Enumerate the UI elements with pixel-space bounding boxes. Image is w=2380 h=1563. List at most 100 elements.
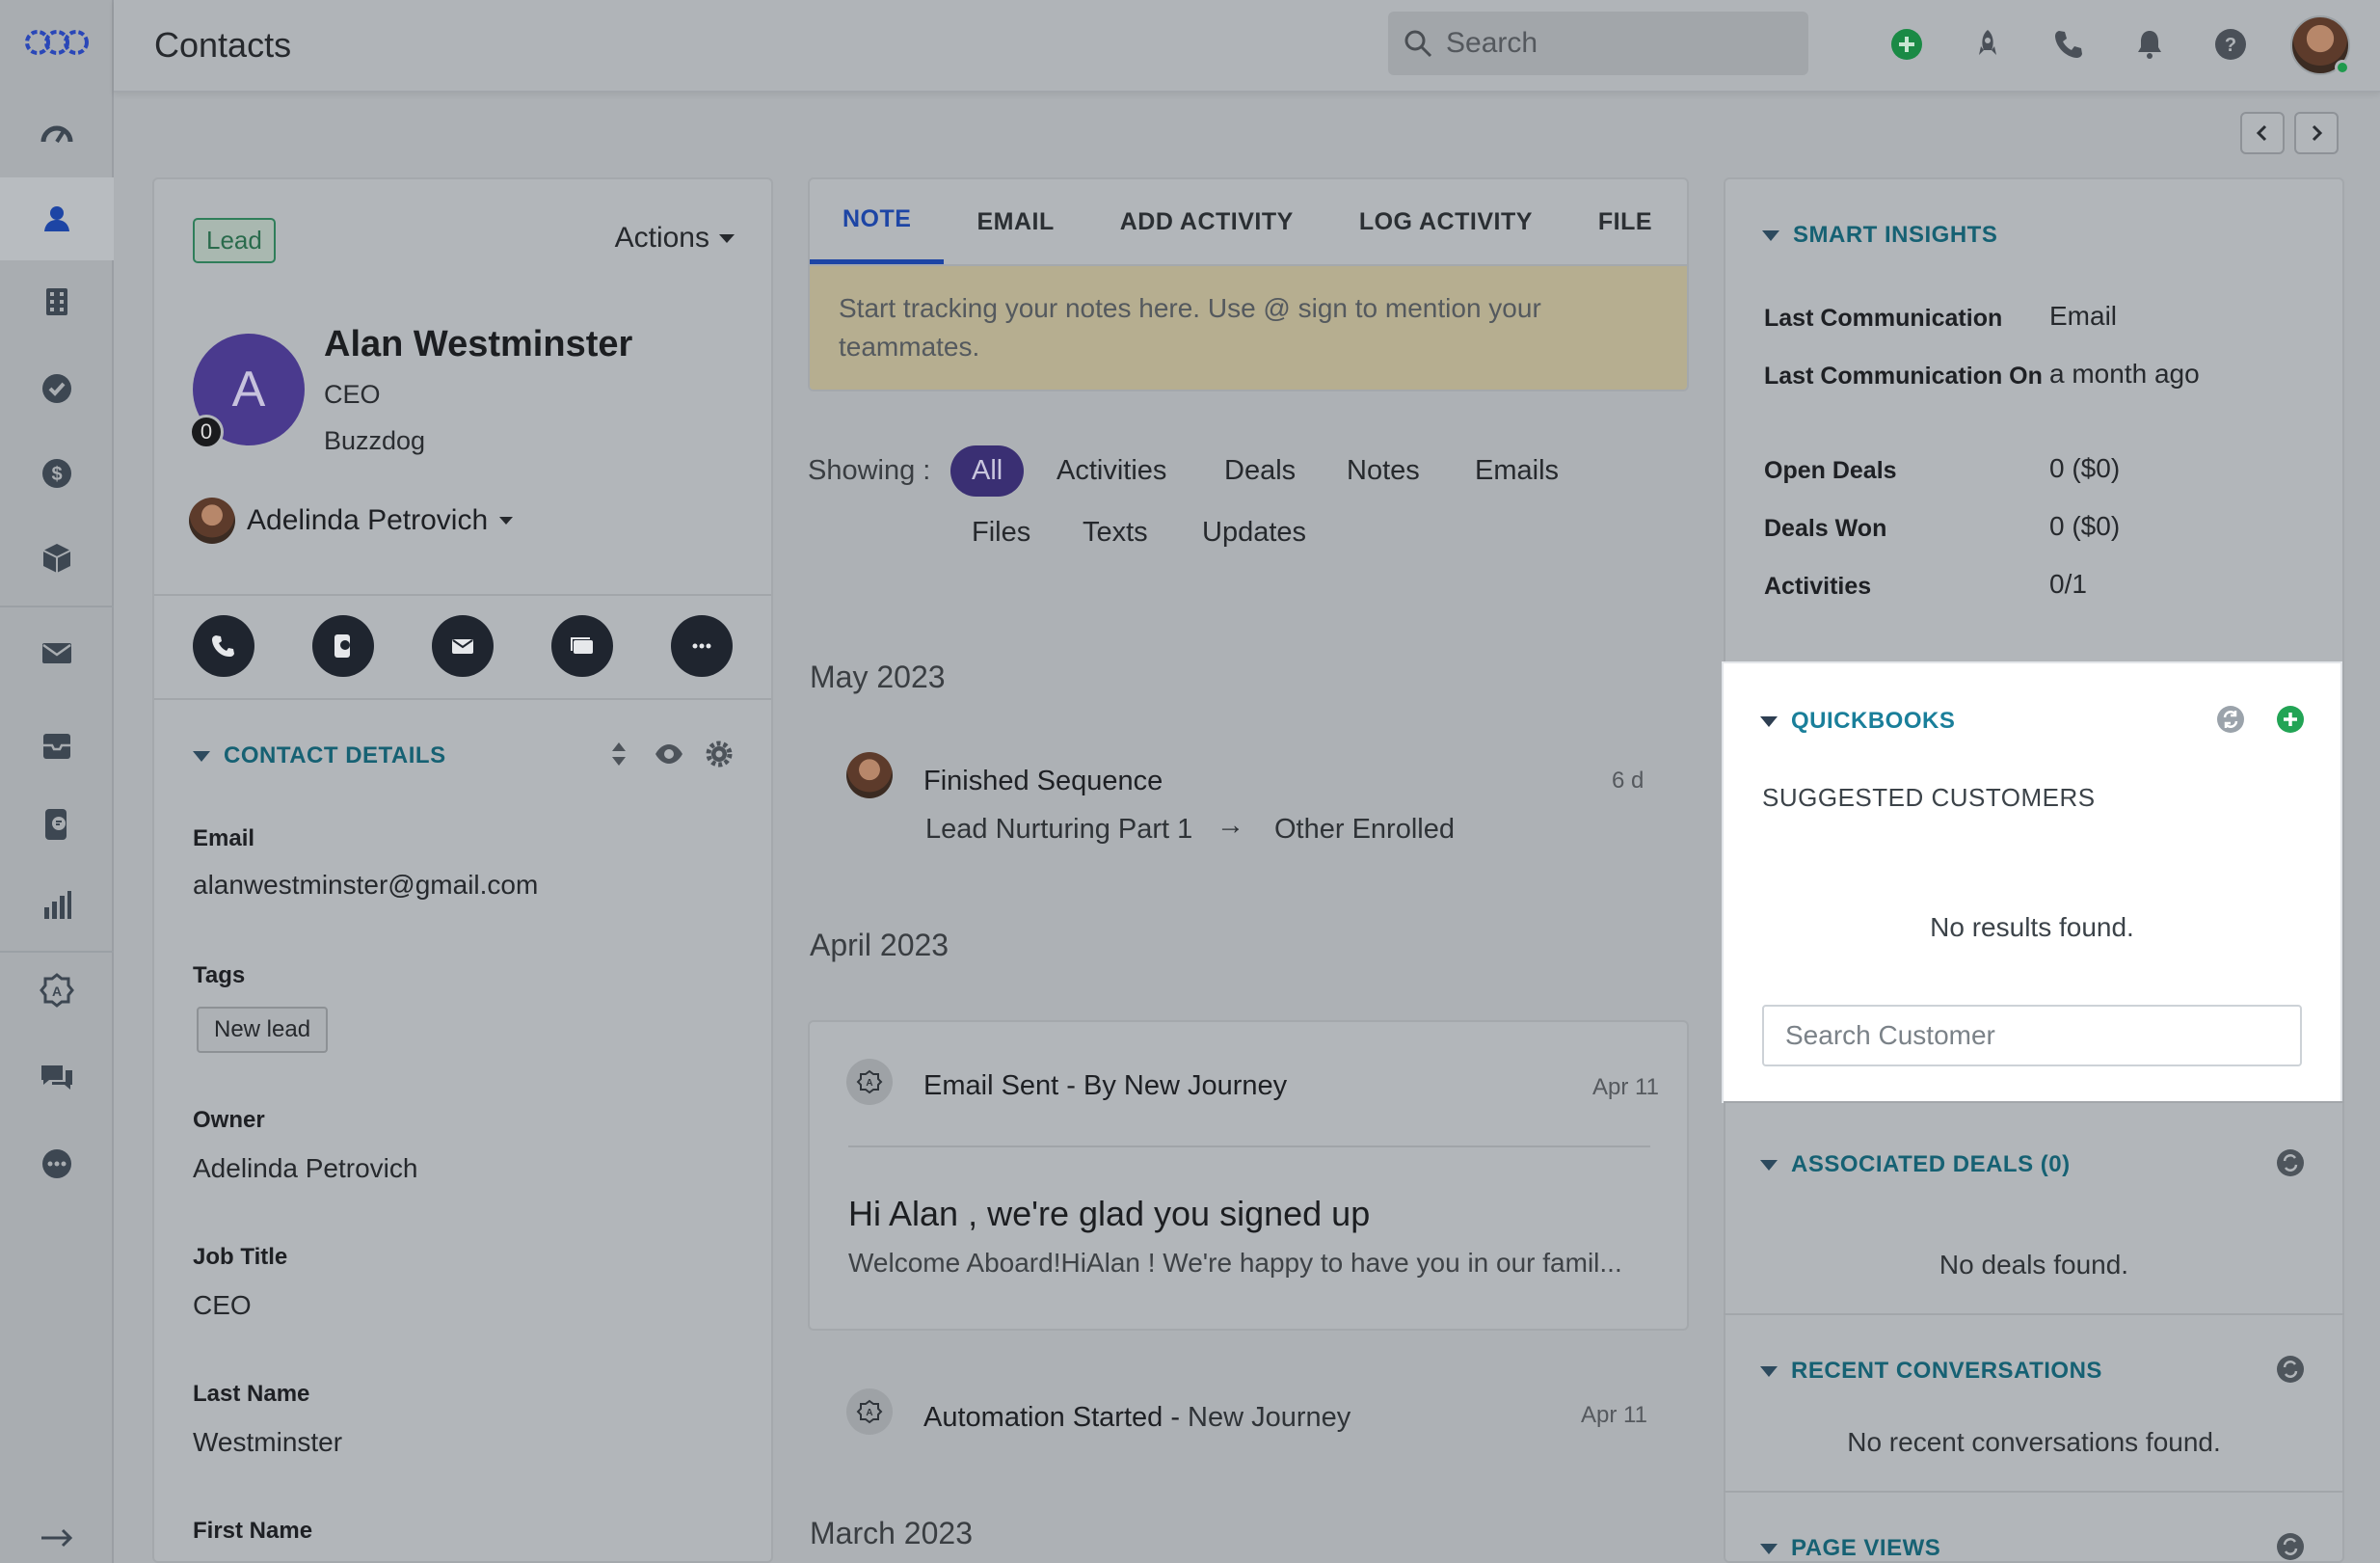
associated-deals-toggle[interactable]: ASSOCIATED DEALS (0) [1760,1151,2071,1178]
sidebar-item-automation[interactable]: A [0,949,114,1032]
filter-deals[interactable]: Deals [1224,455,1296,487]
contact-details-toggle[interactable]: CONTACT DETAILS [193,742,446,769]
help-button[interactable]: ? [2211,25,2250,64]
user-avatar[interactable] [2290,15,2350,75]
sidebar-item-more[interactable] [0,1122,114,1205]
sort-icon[interactable] [603,739,634,769]
contact-avatar[interactable]: A 0 [189,334,305,449]
filter-notes[interactable]: Notes [1347,455,1420,487]
log-call-button[interactable] [312,615,374,677]
tab-note[interactable]: NOTE [810,179,945,264]
contact-title: CEO [324,380,381,409]
quickbooks-tools [2215,704,2306,735]
gear-icon[interactable] [704,739,735,769]
lead-status-badge[interactable]: Lead [193,218,276,263]
refresh-icon[interactable] [2275,1354,2306,1385]
search-customer-input[interactable] [1762,1005,2302,1066]
tab-file[interactable]: FILE [1565,179,1685,264]
sidebar-expand[interactable] [0,1496,114,1563]
email-button[interactable] [432,615,494,677]
filter-updates[interactable]: Updates [1202,517,1306,549]
contacts-icon [44,206,69,231]
phone-icon [212,635,234,657]
inbox-icon [43,734,70,759]
field-value-owner[interactable]: Adelinda Petrovich [193,1153,417,1184]
field-value-last-name[interactable]: Westminster [193,1427,342,1458]
quick-actions [193,615,733,677]
sidebar-item-email[interactable] [0,611,114,694]
caret-down-icon [719,233,735,243]
bulk-email-button[interactable] [551,615,613,677]
automation-activity-title[interactable]: Automation Started - New Journey [923,1402,1350,1434]
insight-value: 0 ($0) [2049,453,2121,483]
call-button[interactable] [193,615,254,677]
email-preview: Welcome Aboard!HiAlan ! We're happy to h… [848,1248,1622,1278]
app-logo-icon[interactable] [24,25,90,60]
refresh-icon[interactable] [2275,1531,2306,1562]
page-views-toggle[interactable]: PAGE VIEWS [1760,1535,1940,1562]
contact-company[interactable]: Buzzdog [324,426,425,456]
insight-value: a month ago [2049,359,2200,389]
recent-conversations-toggle[interactable]: RECENT CONVERSATIONS [1760,1358,2102,1385]
online-status-dot [2335,60,2350,75]
refresh-icon[interactable] [2215,704,2246,735]
filter-texts[interactable]: Texts [1083,517,1148,549]
global-search[interactable] [1388,12,1808,75]
quickbooks-toggle[interactable]: QUICKBOOKS [1760,708,1955,735]
tab-email[interactable]: EMAIL [944,179,1086,264]
phone-log-icon [334,634,350,658]
timeline-item-time: 6 d [1612,768,1645,794]
notifications-button[interactable] [2130,25,2169,64]
sidebar-item-inbox[interactable] [0,704,114,787]
note-input[interactable]: Start tracking your notes here. Use @ si… [810,264,1687,390]
next-record-button[interactable] [2294,112,2339,154]
smart-insights-toggle[interactable]: SMART INSIGHTS [1762,222,1997,249]
email-icon [42,643,71,663]
field-label-last-name: Last Name [193,1381,310,1407]
sidebar-item-phone-log[interactable] [0,783,114,866]
sidebar-item-reports[interactable] [0,864,114,947]
previous-record-button[interactable] [2240,112,2285,154]
add-button[interactable] [1887,25,1926,64]
eye-icon[interactable] [654,739,684,769]
tab-add-activity[interactable]: ADD ACTIVITY [1087,179,1326,264]
sidebar: $ A [0,0,114,1563]
record-navigation [2240,112,2339,154]
sidebar-item-products[interactable] [0,517,114,600]
caret-down-icon [499,517,514,525]
email-activity-card[interactable]: A Email Sent - By New Journey Apr 11 Hi … [808,1020,1689,1331]
field-value-job-title[interactable]: CEO [193,1290,252,1321]
chat-icon [41,1065,72,1090]
filter-all[interactable]: All [950,445,1025,497]
sidebar-item-tasks[interactable] [0,347,114,430]
insight-label: Deals Won [1764,515,1887,542]
sequence-to: Other Enrolled [1274,814,1455,845]
refresh-icon[interactable] [2275,1147,2306,1178]
owner-dropdown[interactable]: Adelinda Petrovich [189,498,514,544]
timeline-item-title[interactable]: Finished Sequence [923,766,1163,797]
search-input[interactable] [1446,27,1793,60]
filter-activities[interactable]: Activities [1056,455,1166,487]
launch-button[interactable] [1968,25,2007,64]
actions-dropdown[interactable]: Actions [615,222,735,255]
sidebar-item-dashboard[interactable] [0,93,114,175]
tab-log-activity[interactable]: LOG ACTIVITY [1326,179,1565,264]
sequence-from: Lead Nurturing Part 1 [925,814,1193,845]
divider [848,1145,1650,1147]
sidebar-item-deals[interactable]: $ [0,432,114,515]
insight-label: Activities [1764,573,1872,600]
rocket-icon [1979,30,1996,55]
sidebar-item-chat[interactable] [0,1036,114,1118]
filter-emails[interactable]: Emails [1475,455,1559,487]
tag-chip[interactable]: New lead [197,1007,329,1053]
more-actions-button[interactable] [671,615,733,677]
phone-button[interactable] [2049,25,2088,64]
sidebar-item-contacts[interactable] [0,177,114,260]
plus-circle-icon[interactable] [2275,704,2306,735]
tasks-icon [42,374,71,403]
field-label-email: Email [193,825,255,851]
filter-files[interactable]: Files [972,517,1030,549]
field-value-email[interactable]: alanwestminster@gmail.com [193,870,538,901]
sidebar-item-companies[interactable] [0,260,114,343]
email-subject: Hi Alan , we're glad you signed up [848,1194,1371,1233]
